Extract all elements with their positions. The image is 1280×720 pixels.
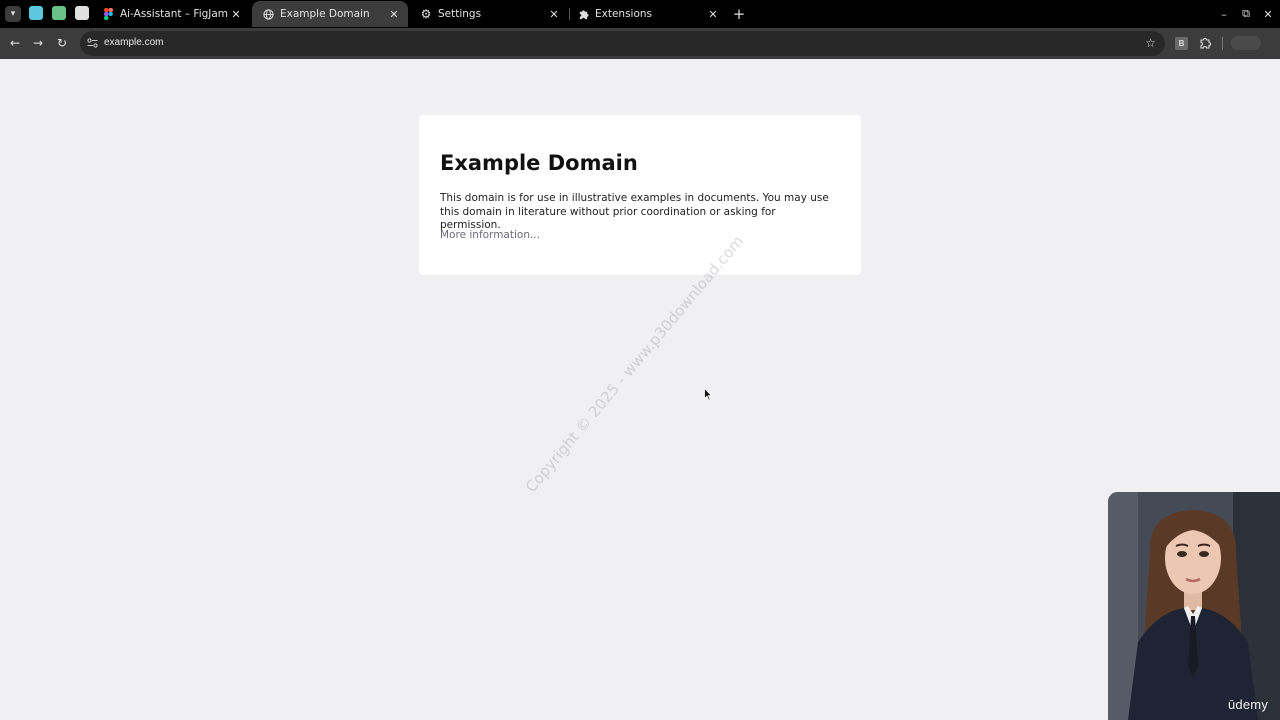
content-card: Example Domain This domain is for use in…: [419, 115, 861, 275]
more-information-link[interactable]: More information...: [440, 229, 540, 241]
reload-icon: ↻: [56, 36, 68, 50]
extension-b-icon[interactable]: B: [1175, 37, 1188, 50]
address-bar[interactable]: example.com ☆: [80, 31, 1165, 56]
tab-extensions[interactable]: Extensions ✕: [567, 1, 727, 27]
reload-button[interactable]: ↻: [53, 34, 71, 52]
pinned-tab-2[interactable]: [52, 6, 66, 20]
tab-search-button[interactable]: ▾: [5, 6, 21, 22]
tab-title: Ai-Assistant – FigJam: [120, 8, 228, 20]
bookmark-star-icon[interactable]: ☆: [1145, 36, 1156, 50]
page-title: Example Domain: [440, 151, 638, 175]
window-close-button[interactable]: ✕: [1259, 5, 1277, 23]
tab-title: Settings: [438, 8, 482, 20]
gear-icon: ⚙: [420, 7, 432, 21]
page-description: This domain is for use in illustrative e…: [440, 192, 829, 231]
extensions-puzzle-icon[interactable]: [1198, 36, 1212, 50]
tab-figjam[interactable]: Ai-Assistant – FigJam ✕: [92, 1, 250, 27]
plus-icon: +: [732, 5, 746, 23]
toolbar-separator: [1222, 37, 1223, 50]
profile-button[interactable]: [1231, 36, 1261, 50]
tab-title: Example Domain: [280, 8, 370, 20]
url-text: example.com: [104, 37, 164, 48]
tab-settings[interactable]: ⚙ Settings ✕: [410, 1, 568, 27]
close-icon[interactable]: ✕: [386, 6, 402, 22]
pinned-tab-3[interactable]: [75, 6, 89, 20]
chevron-down-icon: ▾: [10, 9, 16, 19]
udemy-logo: ūdemy: [1228, 697, 1269, 712]
close-icon[interactable]: ✕: [228, 6, 244, 22]
tab-example-domain[interactable]: Example Domain ✕: [252, 1, 408, 27]
browser-toolbar: ← → ↻ example.com ☆ B: [0, 28, 1280, 59]
mouse-cursor-icon: [704, 388, 712, 401]
figma-icon: [102, 8, 114, 20]
minimize-button[interactable]: –: [1215, 5, 1233, 23]
arrow-right-icon: →: [32, 36, 44, 50]
close-icon[interactable]: ✕: [546, 6, 562, 22]
presenter-portrait: [1108, 492, 1280, 720]
tab-title: Extensions: [595, 8, 653, 20]
arrow-left-icon: ←: [9, 36, 21, 50]
back-button[interactable]: ←: [6, 34, 24, 52]
new-tab-button[interactable]: +: [731, 6, 747, 22]
site-info-icon[interactable]: [86, 37, 98, 49]
tab-strip: ▾ Ai-Assistant – FigJam ✕ Example Domain: [0, 0, 1280, 28]
pinned-tab-1[interactable]: [29, 6, 43, 20]
close-icon[interactable]: ✕: [705, 6, 721, 22]
forward-button[interactable]: →: [29, 34, 47, 52]
globe-icon: [262, 8, 274, 20]
puzzle-icon: [577, 8, 589, 20]
restore-button[interactable]: ⧉: [1237, 5, 1255, 23]
presenter-webcam: [1108, 492, 1280, 720]
